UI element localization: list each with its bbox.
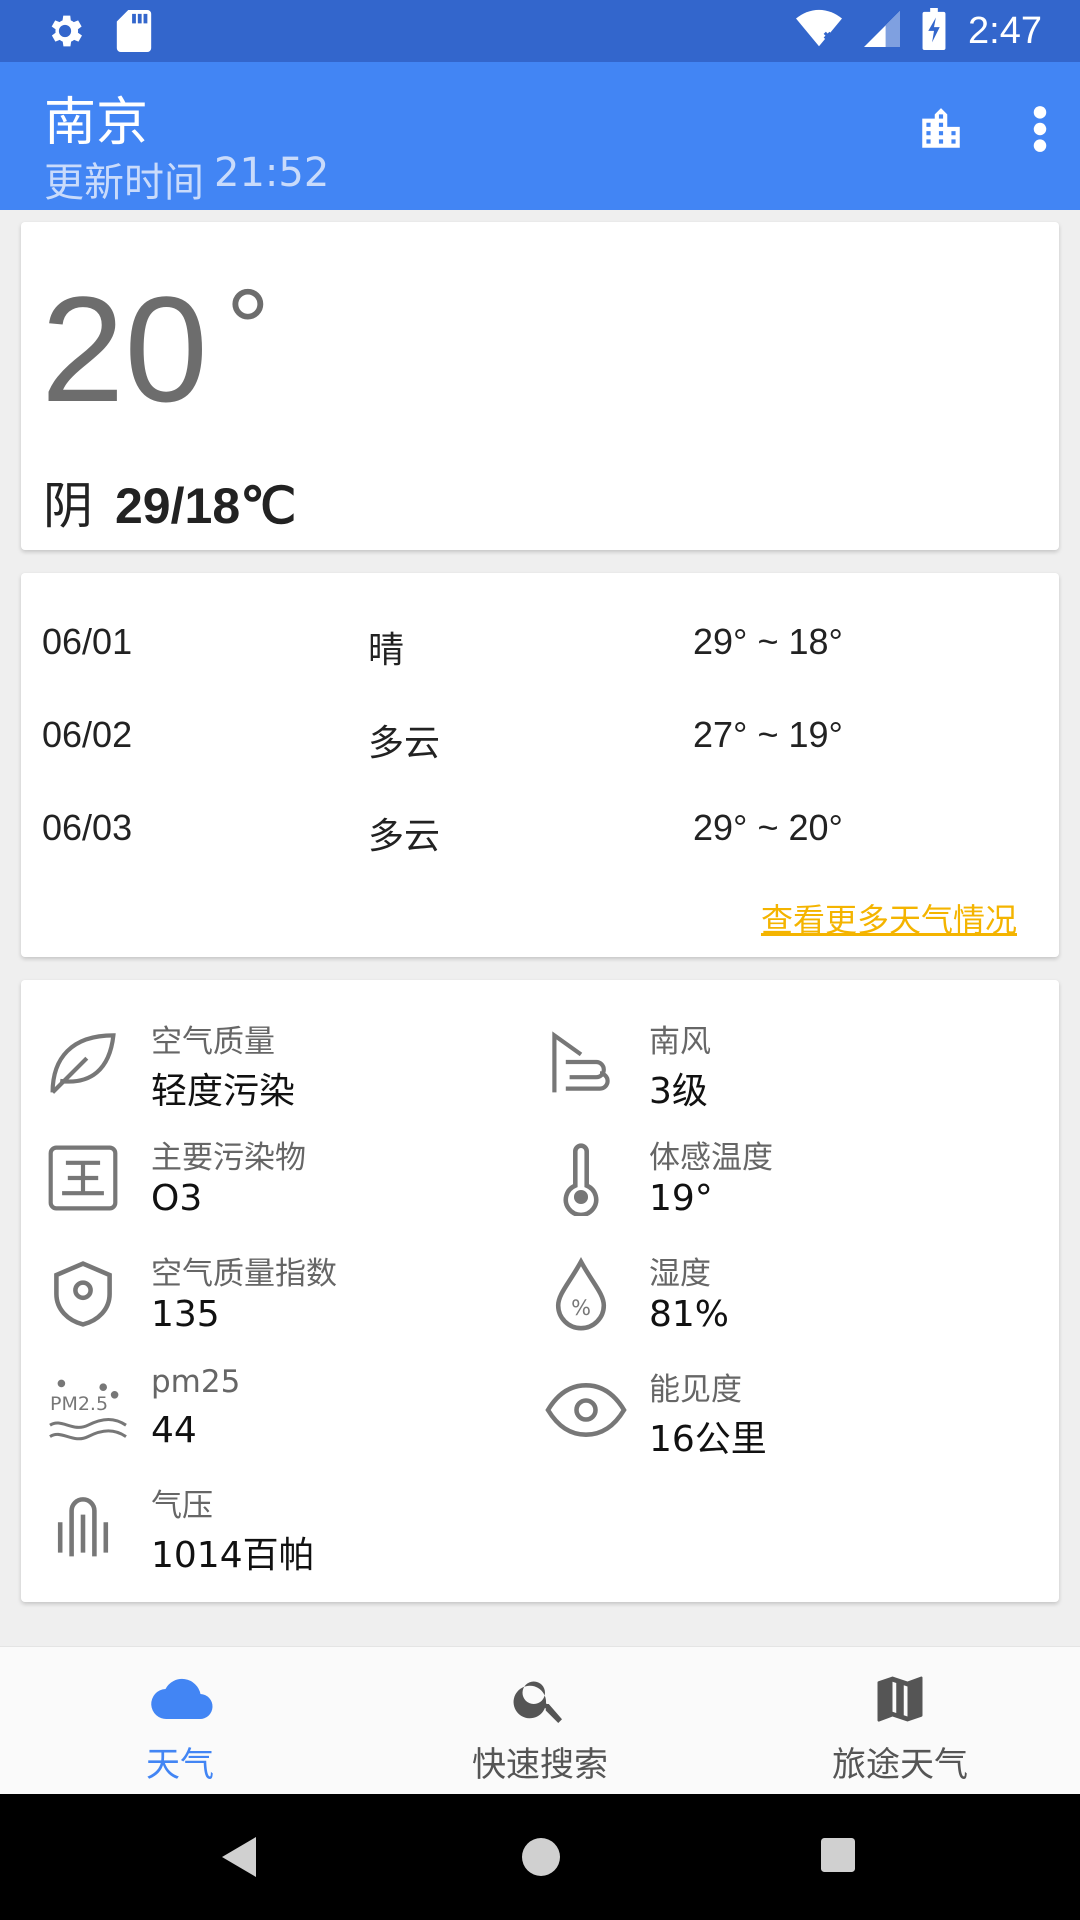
thermometer-icon [543,1140,623,1220]
signal-icon [864,9,901,53]
search-icon [510,1669,570,1729]
bottom-navigation: 天气 快速搜索 旅途天气 [0,1646,1080,1794]
pm25-icon: PM2.5 [45,1372,127,1452]
forecast-row: 06/01 晴 29° ~ 18° [42,621,1042,681]
leaf-icon [45,1024,125,1104]
humidity-icon: % [543,1256,623,1336]
forecast-temps: 27° ~ 19° [693,714,843,755]
svg-text:PM2.5: PM2.5 [50,1393,108,1415]
detail-main-pollutant: 主要污染物 O3 [45,1132,505,1232]
nav-quick-search[interactable]: 快速搜索 [360,1647,720,1795]
eye-icon [543,1372,627,1452]
detail-visibility: 能见度 16公里 [543,1364,1003,1464]
update-time: 更新时间 21:52 [44,150,329,208]
detail-humidity: % 湿度 81% [543,1248,1003,1348]
detail-pressure: 气压 1014百帕 [45,1480,505,1580]
pressure-icon [45,1488,125,1568]
pollutant-icon [45,1140,125,1220]
wifi-icon [796,9,843,53]
detail-wind: 南风 3级 [543,1016,1003,1116]
temperature-range: 29/18℃ [115,478,297,534]
back-icon[interactable] [222,1837,256,1881]
forecast-row: 06/03 多云 29° ~ 20° [42,807,1042,867]
current-condition: 阴 [43,477,93,535]
settings-icon [44,10,86,56]
forecast-weather: 多云 [368,722,441,763]
cloud-icon [150,1669,213,1729]
forecast-date: 06/03 [42,807,133,848]
current-weather-card: 20 ° 阴 29/18℃ [21,222,1059,550]
sd-card-icon [116,10,152,56]
detail-air-quality: 空气质量 轻度污染 [45,1016,505,1116]
svg-text:%: % [571,1296,591,1320]
system-navigation-bar [0,1794,1080,1920]
detail-aqi: 空气质量指数 135 [45,1248,505,1348]
nav-travel-weather[interactable]: 旅途天气 [720,1647,1080,1795]
more-weather-link[interactable]: 查看更多天气情况 [761,895,1017,941]
battery-charging-icon [922,8,946,54]
detail-pm25: PM2.5 pm25 44 [45,1364,505,1464]
more-vert-icon[interactable] [1030,104,1050,158]
home-icon[interactable] [522,1838,560,1880]
forecast-temps: 29° ~ 20° [693,807,843,848]
forecast-weather: 晴 [368,629,405,670]
forecast-card: 06/01 晴 29° ~ 18° 06/02 多云 27° ~ 19° 06/… [21,573,1059,957]
details-card: 空气质量 轻度污染 南风 3级 主要污染物 O3 体感温度 19° 空气质量指数… [21,980,1059,1602]
app-bar: 南京 更新时间 21:52 [0,62,1080,210]
update-time-value: 21:52 [214,150,330,196]
recents-icon[interactable] [821,1838,855,1876]
detail-feels-like: 体感温度 19° [543,1132,1003,1232]
city-icon[interactable] [916,104,966,158]
forecast-row: 06/02 多云 27° ~ 19° [42,714,1042,774]
clock: 2:47 [968,9,1042,52]
map-icon [870,1669,930,1729]
forecast-date: 06/02 [42,714,133,755]
forecast-temps: 29° ~ 18° [693,621,843,662]
city-title: 南京 [44,93,149,153]
nav-weather[interactable]: 天气 [0,1647,360,1795]
shield-icon [45,1256,125,1336]
forecast-date: 06/01 [42,621,133,662]
forecast-weather: 多云 [368,815,441,856]
current-temperature: 20 ° [41,265,270,433]
update-label: 更新时间 [44,160,204,206]
wind-icon [543,1024,623,1104]
status-bar: 2:47 [0,0,1080,62]
